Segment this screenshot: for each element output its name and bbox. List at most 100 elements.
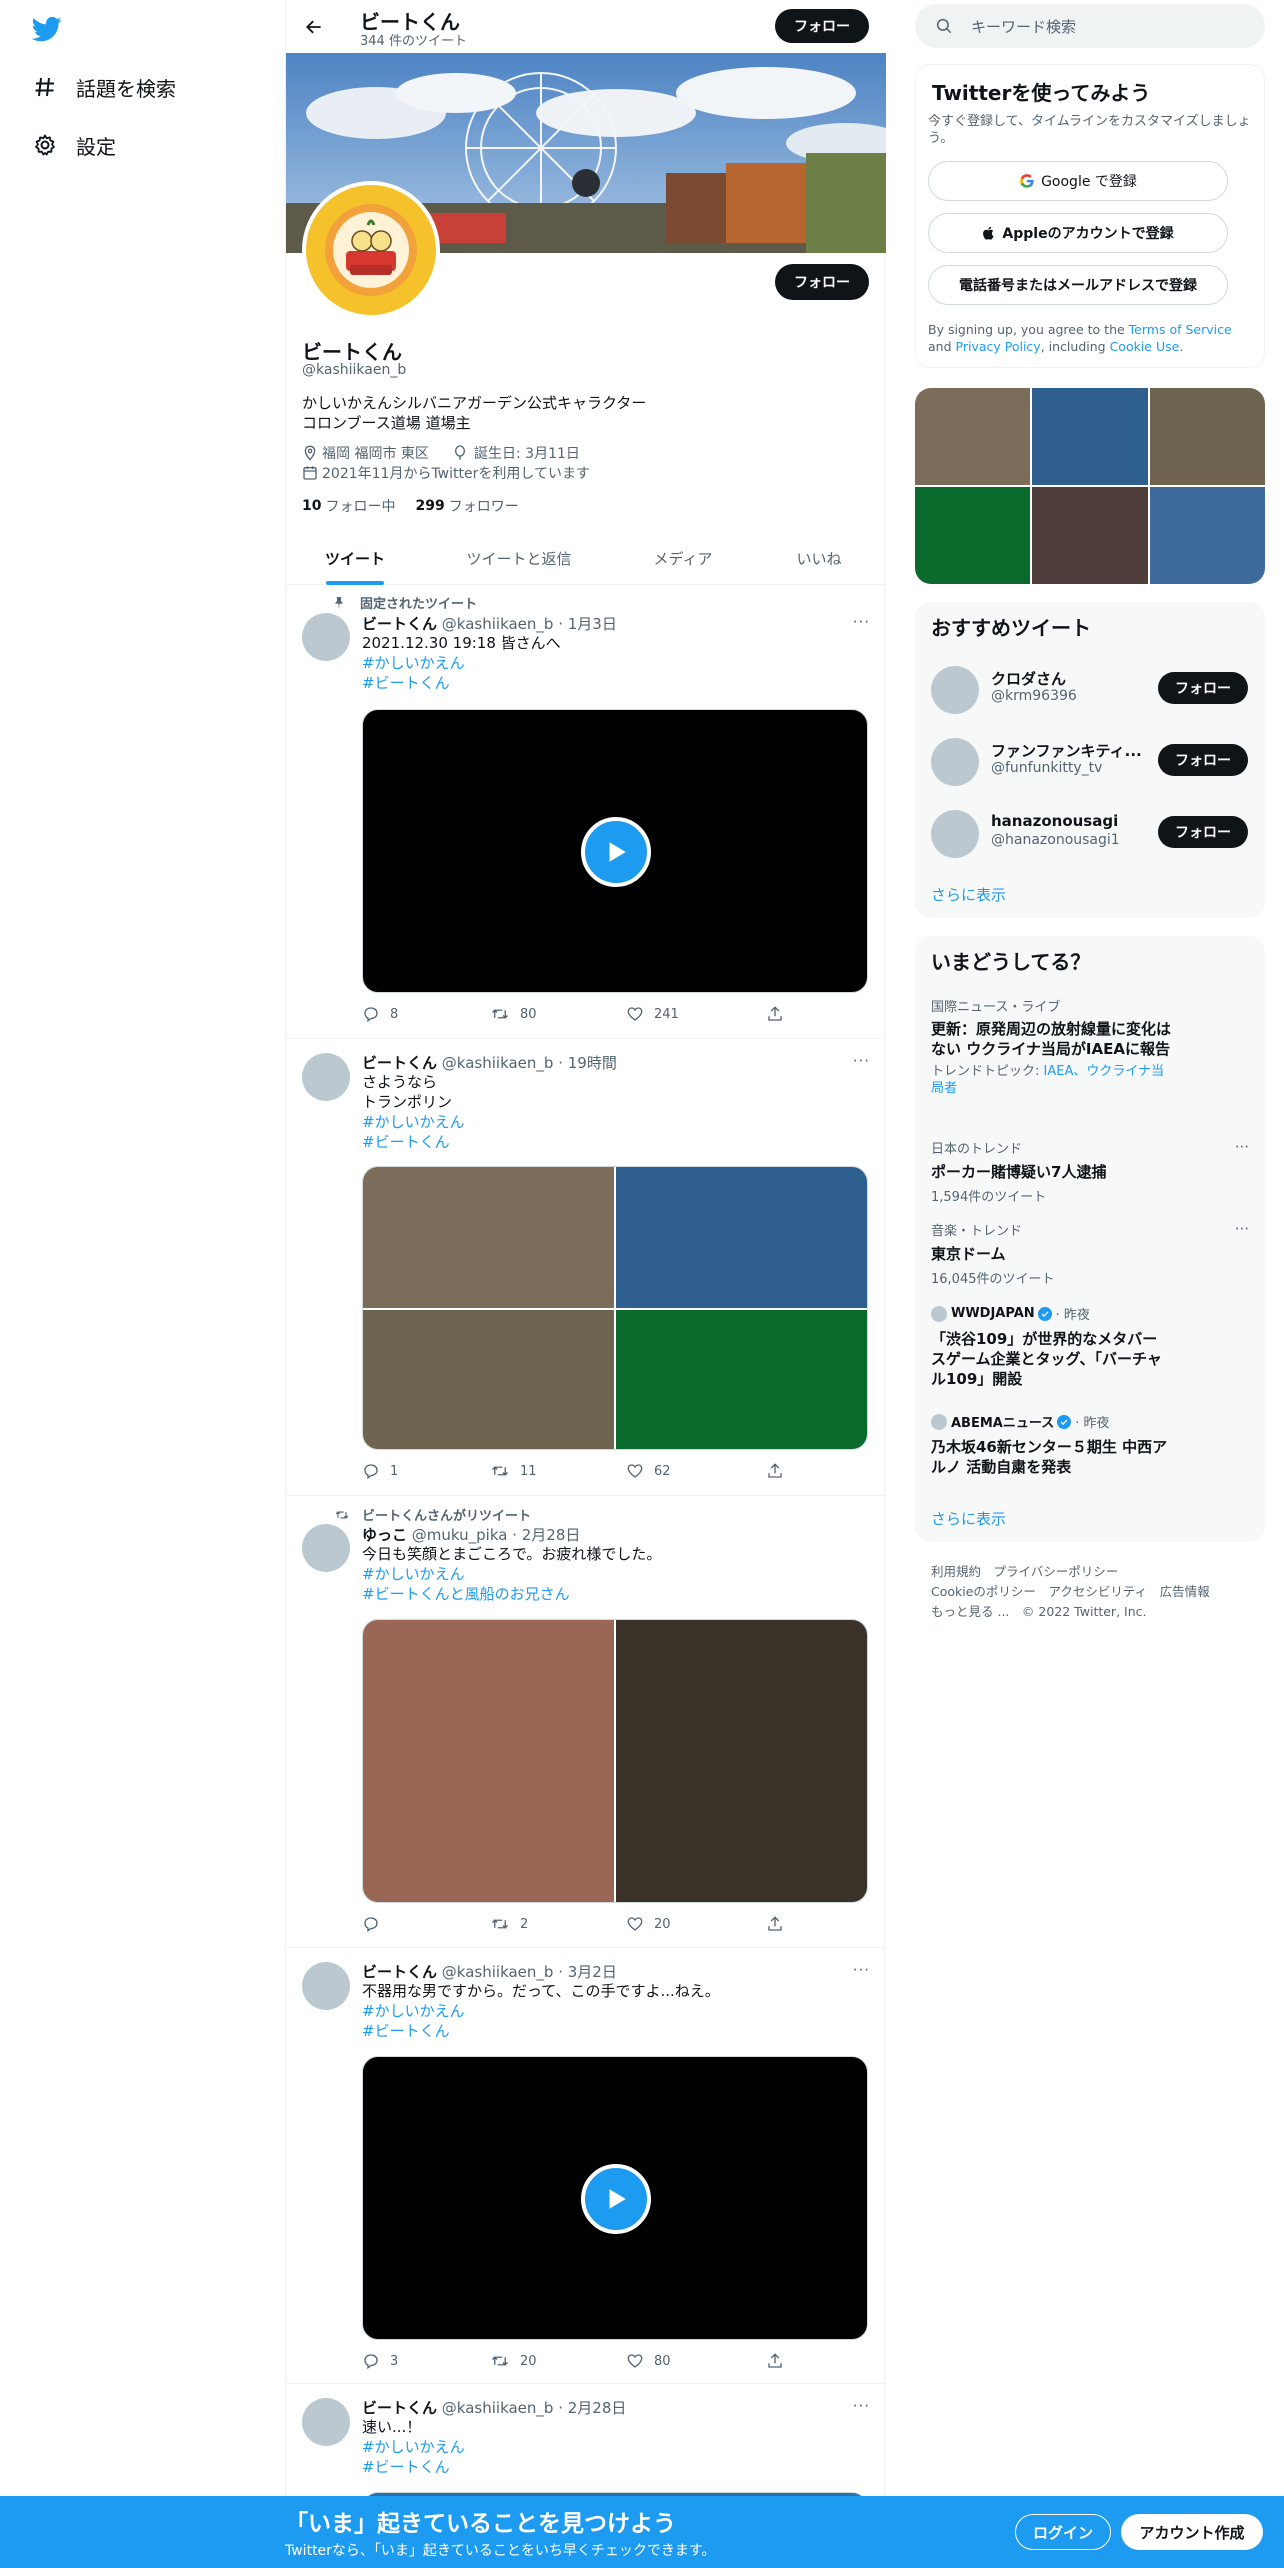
hashtag-link[interactable]: #ビートくん: [362, 2457, 450, 2477]
play-icon[interactable]: [581, 817, 651, 887]
hashtag-link[interactable]: #かしいかえん: [362, 1564, 465, 1584]
twitter-logo-icon[interactable]: [32, 14, 62, 44]
login-button[interactable]: ログイン: [1015, 2514, 1111, 2550]
photo[interactable]: [616, 1620, 867, 1902]
more-icon[interactable]: ···: [1235, 1220, 1249, 1238]
like-button[interactable]: 80: [626, 2352, 671, 2370]
more-icon[interactable]: ···: [853, 613, 870, 631]
reply-button[interactable]: [362, 1915, 380, 1933]
recommend-user-row[interactable]: ファンファンキティ... @funfunkitty_tv フォロー: [915, 726, 1265, 798]
reply-button[interactable]: 8: [362, 1005, 398, 1023]
tweet[interactable]: ビートくんさんがリツイート ゆっこ @muku_pika · 2月28日 今日も…: [286, 1496, 886, 1948]
trends-show-more[interactable]: さらに表示: [931, 1508, 1006, 1529]
like-button[interactable]: 20: [626, 1915, 671, 1933]
like-button[interactable]: 62: [626, 1462, 671, 1480]
photo[interactable]: [363, 1167, 614, 1308]
hashtag-link[interactable]: #ビートくん: [362, 1132, 450, 1152]
recommend-user-name[interactable]: hanazonousagi: [991, 812, 1118, 830]
footer-link[interactable]: プライバシーポリシー: [994, 1564, 1119, 1579]
retweet-button[interactable]: 11: [490, 1462, 537, 1480]
following-link[interactable]: 10 フォロー中: [302, 496, 395, 516]
author-name[interactable]: ゆっこ: [362, 1526, 407, 1544]
more-icon[interactable]: ···: [853, 1961, 870, 1979]
search-input[interactable]: キーワード検索: [915, 4, 1265, 48]
author-name[interactable]: ビートくん: [362, 1054, 437, 1072]
tweet[interactable]: 固定されたツイート ビートくん @kashiikaen_b · 1月3日 ···…: [286, 585, 886, 1039]
photo[interactable]: [363, 1310, 614, 1449]
video-player[interactable]: [362, 709, 868, 993]
recommend-user-name[interactable]: ファンファンキティ...: [991, 740, 1142, 761]
terms-of-service-link[interactable]: Terms of Service: [1129, 322, 1232, 337]
photo-thumbnail[interactable]: [1032, 487, 1148, 584]
hashtag-link[interactable]: #かしいかえん: [362, 1112, 465, 1132]
avatar[interactable]: [302, 1962, 350, 2010]
video-player[interactable]: [362, 2056, 868, 2340]
avatar[interactable]: [302, 1524, 350, 1572]
hashtag-link[interactable]: #ビートくん: [362, 2021, 450, 2041]
recommend-show-more[interactable]: さらに表示: [931, 884, 1006, 905]
retweet-button[interactable]: 80: [490, 1005, 537, 1023]
reply-button[interactable]: 3: [362, 2352, 398, 2370]
photo[interactable]: [616, 1310, 867, 1449]
photo-thumbnail[interactable]: [1032, 388, 1148, 485]
share-button[interactable]: [766, 1915, 784, 1933]
footer-more-link[interactable]: もっと見る ...: [931, 1604, 1009, 1619]
privacy-policy-link[interactable]: Privacy Policy: [956, 339, 1041, 354]
author-name[interactable]: ビートくん: [362, 2399, 437, 2417]
tweet[interactable]: ビートくん @kashiikaen_b · 3月2日 ··· 不器用な男ですから…: [286, 1948, 886, 2384]
retweet-button[interactable]: 2: [490, 1915, 528, 1933]
footer-link[interactable]: アクセシビリティ: [1048, 1584, 1147, 1599]
reply-button[interactable]: 1: [362, 1462, 398, 1480]
share-button[interactable]: [766, 2352, 784, 2370]
retweet-button[interactable]: 20: [490, 2352, 537, 2370]
tweet[interactable]: ビートくん @kashiikaen_b · 19時間 ··· さようなら トラン…: [286, 1039, 886, 1496]
recommend-follow-button[interactable]: フォロー: [1158, 744, 1248, 776]
recommend-user-row[interactable]: hanazonousagi @hanazonousagi1 フォロー: [915, 798, 1265, 870]
photo-thumbnail[interactable]: [915, 388, 1030, 485]
trend-item[interactable]: 国際ニュース・ライブ 更新：原発周辺の放射線量に変化はない ウクライナ当局がIA…: [931, 996, 1231, 1097]
photo-thumbnail[interactable]: [1150, 487, 1265, 584]
tab-tweets-replies[interactable]: ツイートと返信: [424, 532, 614, 585]
more-icon[interactable]: ···: [853, 1052, 870, 1070]
header-follow-button[interactable]: フォロー: [775, 9, 869, 43]
hashtag-link[interactable]: #ビートくん: [362, 673, 450, 693]
avatar[interactable]: [302, 1053, 350, 1101]
profile-follow-button[interactable]: フォロー: [775, 264, 869, 300]
followers-link[interactable]: 299 フォロワー: [415, 496, 518, 516]
avatar[interactable]: [302, 2398, 350, 2446]
nav-settings[interactable]: 設定: [32, 125, 116, 165]
trend-item[interactable]: 日本のトレンド ポーカー賭博疑い7人逮捕 1,594件のツイート ···: [931, 1138, 1249, 1205]
recommend-follow-button[interactable]: フォロー: [1158, 672, 1248, 704]
author-name[interactable]: ビートくん: [362, 615, 437, 633]
photo-thumbnail[interactable]: [915, 487, 1030, 584]
photo[interactable]: [363, 1620, 614, 1902]
news-item[interactable]: WWDJAPAN · 昨夜 「渋谷109」が世界的なメタバースゲーム企業とタッグ…: [931, 1304, 1231, 1389]
share-button[interactable]: [766, 1005, 784, 1023]
phone-email-signup-button[interactable]: 電話番号またはメールアドレスで登録: [928, 265, 1228, 305]
hashtag-link[interactable]: #かしいかえん: [362, 2437, 465, 2457]
tab-tweets[interactable]: ツイート: [286, 532, 424, 585]
hashtag-link[interactable]: #ビートくんと風船のお兄さん: [362, 1584, 570, 1604]
profile-avatar[interactable]: [302, 181, 440, 319]
photo-thumbnail[interactable]: [1150, 388, 1265, 485]
news-item[interactable]: ABEMAニュース · 昨夜 乃木坂46新センター５期生 中西アルノ 活動自粛を…: [931, 1412, 1231, 1477]
recommend-user-row[interactable]: クロダさん @krm96396 フォロー: [915, 654, 1265, 726]
footer-link[interactable]: 広告情報: [1160, 1584, 1210, 1599]
signup-button[interactable]: アカウント作成: [1121, 2514, 1263, 2550]
avatar[interactable]: [931, 666, 979, 714]
recommend-user-name[interactable]: クロダさん: [991, 668, 1066, 689]
recommend-follow-button[interactable]: フォロー: [1158, 816, 1248, 848]
photo[interactable]: [616, 1167, 867, 1308]
google-signup-button[interactable]: Google で登録: [928, 161, 1228, 201]
footer-link[interactable]: 利用規約: [931, 1564, 981, 1579]
author-name[interactable]: ビートくん: [362, 1963, 437, 1981]
footer-link[interactable]: Cookieのポリシー: [931, 1584, 1036, 1599]
hashtag-link[interactable]: #かしいかえん: [362, 653, 465, 673]
avatar[interactable]: [931, 738, 979, 786]
back-arrow-icon[interactable]: [300, 13, 328, 41]
tab-media[interactable]: メディア: [614, 532, 752, 585]
more-icon[interactable]: ···: [1235, 1138, 1249, 1156]
like-button[interactable]: 241: [626, 1005, 679, 1023]
hashtag-link[interactable]: #かしいかえん: [362, 2001, 465, 2021]
share-button[interactable]: [766, 1462, 784, 1480]
